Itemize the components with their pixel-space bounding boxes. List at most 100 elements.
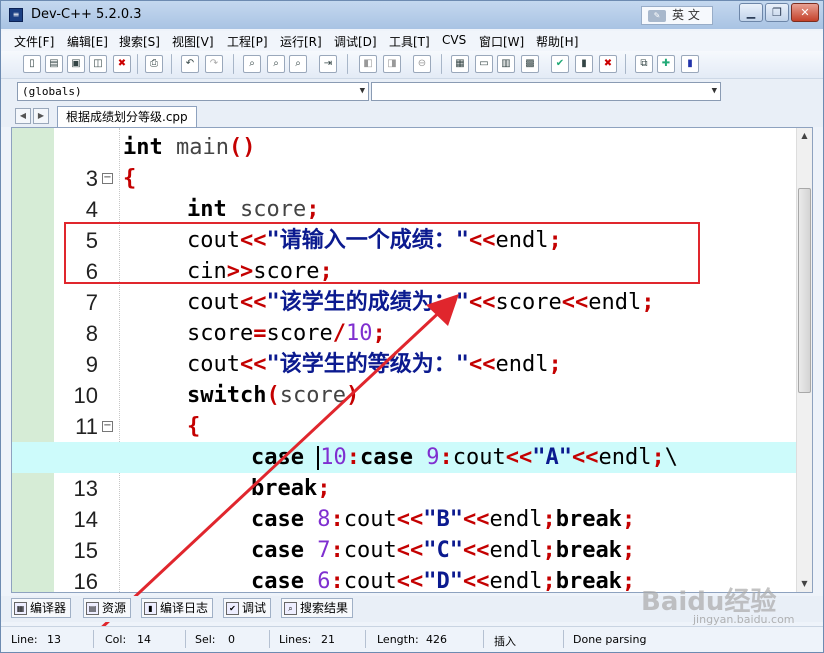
code-line[interactable]: 8 cout<<"该学生的成绩为："<<score<<endl;: [12, 287, 798, 346]
code-token: <<: [396, 569, 424, 593]
text-caret: [317, 446, 320, 470]
code-token: ;: [542, 538, 556, 563]
code-token: score: [266, 321, 333, 346]
code-token: endl: [489, 538, 543, 563]
current-code-line[interactable]: 13 case 10:case 9:cout<<"A"<<endl;\: [12, 442, 798, 501]
scroll-up-icon[interactable]: ▲: [797, 128, 812, 144]
menu-window[interactable]: 窗口[W]: [479, 33, 524, 50]
find-icon[interactable]: ⌕: [243, 55, 261, 73]
tab-debug[interactable]: ✔ 调试: [223, 598, 272, 618]
code-line[interactable]: 4 − {: [12, 163, 798, 222]
title-bar[interactable]: ≡ Dev-C++ 5.2.0.3 ✎ 英 文 ▁ ❐ ✕: [1, 1, 823, 29]
code-line[interactable]: 3 int main(): [12, 132, 798, 191]
resources-icon: ▤: [86, 602, 99, 615]
menu-project[interactable]: 工程[P]: [227, 33, 268, 50]
toolbar-separator: [137, 54, 138, 74]
code-token: <<: [468, 290, 496, 315]
code-line[interactable]: 15 case 8:cout<<"B"<<endl;break;: [12, 504, 798, 563]
menu-tools[interactable]: 工具[T]: [389, 33, 430, 50]
code-token: ): [345, 383, 360, 408]
open-file-icon[interactable]: ▤: [45, 55, 63, 73]
ime-indicator[interactable]: ✎ 英 文: [641, 6, 713, 25]
tab-file[interactable]: 根据成绩划分等级.cpp: [57, 106, 197, 127]
tab-compiler[interactable]: ▦ 编译器: [11, 598, 72, 618]
code-token: ;: [641, 290, 655, 315]
code-token: {: [187, 414, 201, 439]
minimize-button[interactable]: ▁: [739, 3, 763, 22]
code-line[interactable]: 17 case 6:cout<<"D"<<endl;break;: [12, 566, 798, 593]
find-next-icon[interactable]: ⌕: [289, 55, 307, 73]
menu-view[interactable]: 视图[V]: [172, 33, 214, 50]
menu-debug[interactable]: 调试[D]: [334, 33, 377, 50]
code-line[interactable]: 10 cout<<"该学生的等级为："<<endl;: [12, 349, 798, 408]
fold-collapse-icon[interactable]: −: [102, 173, 113, 184]
add-class-icon[interactable]: ✚: [657, 55, 675, 73]
scroll-thumb[interactable]: [798, 188, 811, 393]
restore-button[interactable]: ❐: [765, 3, 789, 22]
code-line[interactable]: 16 case 7:cout<<"C"<<endl;break;: [12, 535, 798, 592]
tab-row: ◀ ▶ 根据成绩划分等级.cpp: [1, 105, 823, 127]
status-sel-label: Sel:: [195, 633, 216, 646]
stop-icon[interactable]: ✖: [599, 55, 617, 73]
tab-resources[interactable]: ▤ 资源: [83, 598, 132, 618]
code-token: break: [555, 538, 622, 563]
print-icon[interactable]: ⎙: [145, 55, 163, 73]
tab-label: 搜索结果: [300, 601, 349, 615]
code-token: "该学生的等级为：": [266, 352, 469, 377]
project-options-icon[interactable]: ⊖: [413, 55, 431, 73]
redo-icon[interactable]: ↷: [205, 55, 223, 73]
save-icon[interactable]: ▣: [67, 55, 85, 73]
new-project-icon[interactable]: ⧉: [635, 55, 653, 73]
menu-run[interactable]: 运行[R]: [280, 33, 322, 50]
menu-help[interactable]: 帮助[H]: [536, 33, 578, 50]
code-token: score: [226, 197, 307, 222]
about-icon[interactable]: ▮: [681, 55, 699, 73]
compile-run-icon[interactable]: ▥: [497, 55, 515, 73]
run-icon[interactable]: ▭: [475, 55, 493, 73]
compile-icon[interactable]: ▦: [451, 55, 469, 73]
close-button[interactable]: ✕: [791, 3, 819, 22]
menu-search[interactable]: 搜索[S]: [119, 33, 160, 50]
save-all-icon[interactable]: ◫: [89, 55, 107, 73]
menu-file[interactable]: 文件[F]: [14, 33, 54, 50]
toolbar-separator: [347, 54, 348, 74]
code-line[interactable]: 5 int score;: [12, 194, 798, 253]
undo-icon[interactable]: ↶: [181, 55, 199, 73]
rebuild-all-icon[interactable]: ▩: [521, 55, 539, 73]
code-editor[interactable]: 3 int main() 4 − { 5 int score; 6 cout<<…: [11, 127, 813, 593]
status-insert-mode: 插入: [494, 635, 516, 648]
code-token: case: [251, 507, 304, 532]
menu-edit[interactable]: 编辑[E]: [67, 33, 108, 50]
tab-next-icon[interactable]: ▶: [33, 108, 49, 124]
check-syntax-icon[interactable]: ✔: [551, 55, 569, 73]
code-token: "该学生的成绩为：": [266, 290, 469, 315]
code-token: ;: [542, 507, 556, 532]
remove-from-project-icon[interactable]: ◨: [383, 55, 401, 73]
scope-combo[interactable]: (globals) ▼: [17, 82, 369, 101]
replace-icon[interactable]: ⌕: [267, 55, 285, 73]
code-line[interactable]: 9 score=score/10;: [12, 318, 798, 377]
menu-cvs[interactable]: CVS: [442, 33, 466, 47]
code-line[interactable]: 12 − {: [12, 411, 798, 470]
code-token: ;: [548, 352, 562, 377]
annotation-highlight-box: [64, 222, 700, 284]
scroll-down-icon[interactable]: ▼: [797, 576, 812, 592]
tab-prev-icon[interactable]: ◀: [15, 108, 31, 124]
code-token: ;: [621, 538, 636, 563]
code-token: break: [555, 507, 622, 532]
add-to-project-icon[interactable]: ◧: [359, 55, 377, 73]
close-file-icon[interactable]: ✖: [113, 55, 131, 73]
function-combo[interactable]: ▼: [371, 82, 721, 101]
goto-line-icon[interactable]: ⇥: [319, 55, 337, 73]
vertical-scrollbar[interactable]: ▲ ▼: [796, 128, 812, 592]
fold-collapse-icon[interactable]: −: [102, 421, 113, 432]
tab-search-results[interactable]: ⌕ 搜索结果: [281, 598, 354, 618]
new-file-icon[interactable]: ▯: [23, 55, 41, 73]
code-token: 7: [317, 538, 331, 563]
debug-chart-icon[interactable]: ▮: [575, 55, 593, 73]
code-line[interactable]: 14 break;: [12, 473, 798, 532]
tab-compile-log[interactable]: ▮ 编译日志: [141, 598, 214, 618]
code-line[interactable]: 11 switch(score): [12, 380, 798, 439]
